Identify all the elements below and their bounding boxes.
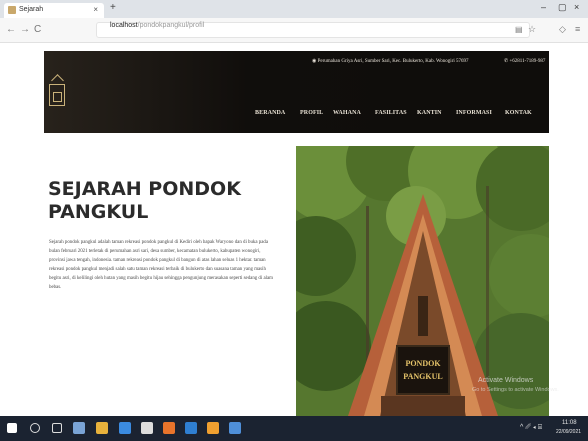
store-icon[interactable] [141,422,153,434]
url-text[interactable]: localhost/pondokpangkul/profil [110,22,204,29]
browser-nav-bar: ← → C localhost/pondokpangkul/profil ▤ ☆… [0,18,588,43]
back-button[interactable]: ← [6,24,16,35]
nav-profil[interactable]: PROFIL [300,110,323,116]
nav-kantin[interactable]: KANTIN [417,110,442,116]
forward-button[interactable]: → [20,24,30,35]
address-info: ◉ Perumahan Griya Asri, Sumber Sari, Kec… [312,59,469,64]
nav-beranda[interactable]: BERANDA [255,110,285,116]
firefox-icon[interactable] [163,422,175,434]
nav-fasilitas[interactable]: FASILITAS [375,110,407,116]
favorite-star-icon[interactable]: ☆ [528,24,536,35]
file-explorer-icon[interactable] [96,422,108,434]
tab-title: Sejarah [19,6,44,13]
start-icon[interactable] [7,423,17,433]
activation-watermark-title: Activate Windows [478,377,534,384]
menu-icon[interactable]: ≡ [575,24,580,34]
sign-line-1: PONDOK [405,359,441,368]
vscode-icon[interactable] [185,422,197,434]
taskbar-app-icon[interactable] [73,422,85,434]
phone-info: ✆ +62811-7189-987 [504,59,546,64]
minimize-button[interactable]: – [541,2,546,12]
tray-icons[interactable]: ^ ␥ ◂ ⌸ [520,424,542,432]
tab-close-button[interactable]: × [93,5,98,14]
browser-tab-bar: Sejarah × + – ▢ × [0,0,588,18]
favicon-icon [8,6,16,14]
site-logo[interactable] [49,84,65,106]
xampp-icon[interactable] [207,422,219,434]
clock-time[interactable]: 11:08 [562,420,577,426]
reload-button[interactable]: C [34,24,41,35]
nav-kontak[interactable]: KONTAK [505,110,532,116]
shield-icon[interactable]: ◇ [559,24,566,35]
edge-icon[interactable] [119,422,131,434]
activation-watermark-subtitle: Go to Settings to activate Windows. [472,387,559,393]
search-icon[interactable] [30,423,40,433]
nav-informasi[interactable]: INFORMASI [456,110,492,116]
new-tab-button[interactable]: + [110,2,116,13]
task-view-icon[interactable] [52,423,62,433]
close-window-button[interactable]: × [574,2,579,12]
reader-icon[interactable]: ▤ [515,25,523,34]
sign-line-2: PANGKUL [403,372,442,381]
site-header: ◉ Perumahan Griya Asri, Sumber Sari, Kec… [44,51,549,133]
page-title: SEJARAH PONDOK PANGKUL [48,178,241,223]
maximize-button[interactable]: ▢ [558,2,567,13]
photos-icon[interactable] [229,422,241,434]
browser-tab[interactable]: Sejarah × [4,3,104,18]
nav-wahana[interactable]: WAHANA [333,110,361,116]
history-paragraph: Sejarah pondok pangkul adalah taman rekr… [49,240,273,291]
clock-date[interactable]: 22/09/2021 [556,429,581,435]
hero-photo: PONDOK PANGKUL [296,146,549,416]
taskbar: ^ ␥ ◂ ⌸ 11:08 22/09/2021 [0,416,588,441]
